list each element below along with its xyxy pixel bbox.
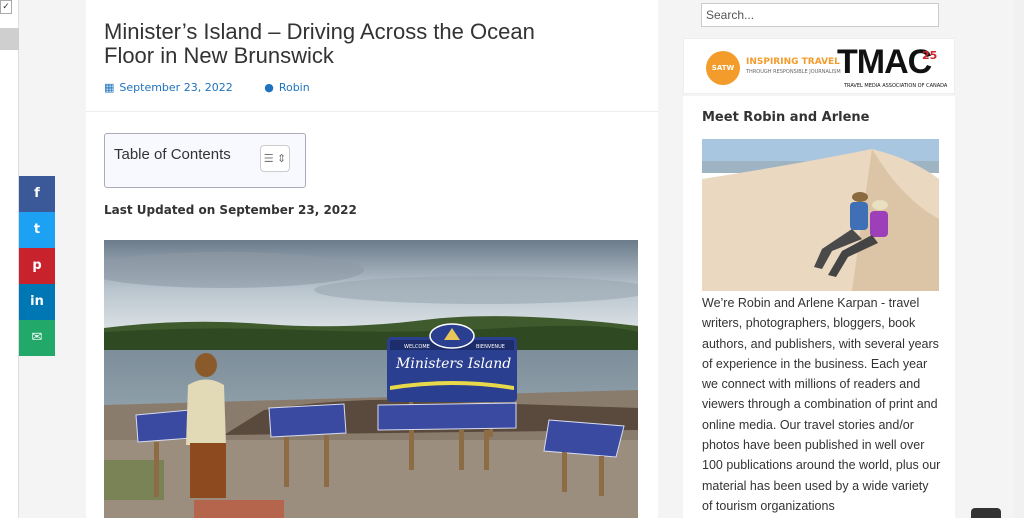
- toc-toggle-button[interactable]: ☰ ⇕: [260, 145, 290, 172]
- search-input[interactable]: [701, 3, 939, 27]
- post-date-text[interactable]: September 23, 2022: [119, 81, 232, 94]
- email-share-button[interactable]: ✉: [19, 320, 55, 356]
- last-updated: Last Updated on September 23, 2022: [104, 203, 357, 217]
- table-of-contents: Table of Contents ☰ ⇕: [104, 133, 306, 188]
- meet-authors-widget: Meet Robin and Arlene We’re Robin and Ar…: [683, 96, 955, 518]
- sign-welcome: WELCOME: [404, 344, 430, 350]
- authors-bio: We’re Robin and Arlene Karpan - travel w…: [702, 296, 941, 513]
- scroll-to-top-button[interactable]: [971, 508, 1001, 518]
- ministers-island-photo: WELCOME BIENVENUE Ministers Island: [104, 240, 638, 518]
- page-scrollbar[interactable]: [1014, 0, 1024, 518]
- toc-label: Table of Contents: [114, 146, 231, 163]
- twitter-share-button[interactable]: t: [19, 212, 55, 248]
- post-author-text[interactable]: Robin: [279, 81, 310, 94]
- user-icon: ●: [264, 81, 274, 94]
- checkbox[interactable]: ✓: [0, 0, 12, 14]
- post-author[interactable]: ● Robin: [264, 81, 324, 94]
- sign-bienvenue: BIENVENUE: [476, 344, 505, 350]
- authors-photo: [702, 139, 939, 291]
- facebook-share-button[interactable]: f: [19, 176, 55, 212]
- inspiring-travel-text: INSPIRING TRAVEL: [746, 57, 840, 67]
- sign-text: Ministers Island: [395, 356, 511, 372]
- pinterest-share-button[interactable]: p: [19, 248, 55, 284]
- post-date[interactable]: ▦ September 23, 2022: [104, 81, 247, 94]
- list-icon: ☰ ⇕: [263, 152, 287, 165]
- article-card: Minister’s Island – Driving Across the O…: [86, 0, 658, 518]
- article-header: Minister’s Island – Driving Across the O…: [86, 0, 658, 112]
- inspiring-travel-subtext: THROUGH RESPONSIBLE JOURNALISM: [746, 69, 841, 75]
- satw-logo[interactable]: SATW: [706, 51, 740, 85]
- featured-image: WELCOME BIENVENUE Ministers Island: [104, 240, 638, 518]
- tmac-subtext: TRAVEL MEDIA ASSOCIATION OF CANADA: [844, 83, 948, 89]
- association-logos: SATW INSPIRING TRAVEL THROUGH RESPONSIBL…: [683, 38, 955, 94]
- linkedin-share-button[interactable]: in: [19, 284, 55, 320]
- page-title: Minister’s Island – Driving Across the O…: [104, 19, 535, 68]
- sand-dune-photo: [702, 139, 939, 291]
- satw-logo-text: SATW: [711, 64, 735, 72]
- calendar-icon: ▦: [104, 81, 115, 94]
- social-share-bar: f t p in ✉: [19, 176, 55, 356]
- post-meta: ▦ September 23, 2022 ● Robin: [104, 81, 640, 94]
- meet-title: Meet Robin and Arlene: [702, 110, 870, 125]
- tmac-logo[interactable]: TMAC: [837, 43, 932, 82]
- gray-tab[interactable]: [0, 28, 19, 50]
- left-frame-strip: ✓: [0, 0, 19, 518]
- tmac-25-badge: 25: [922, 49, 938, 62]
